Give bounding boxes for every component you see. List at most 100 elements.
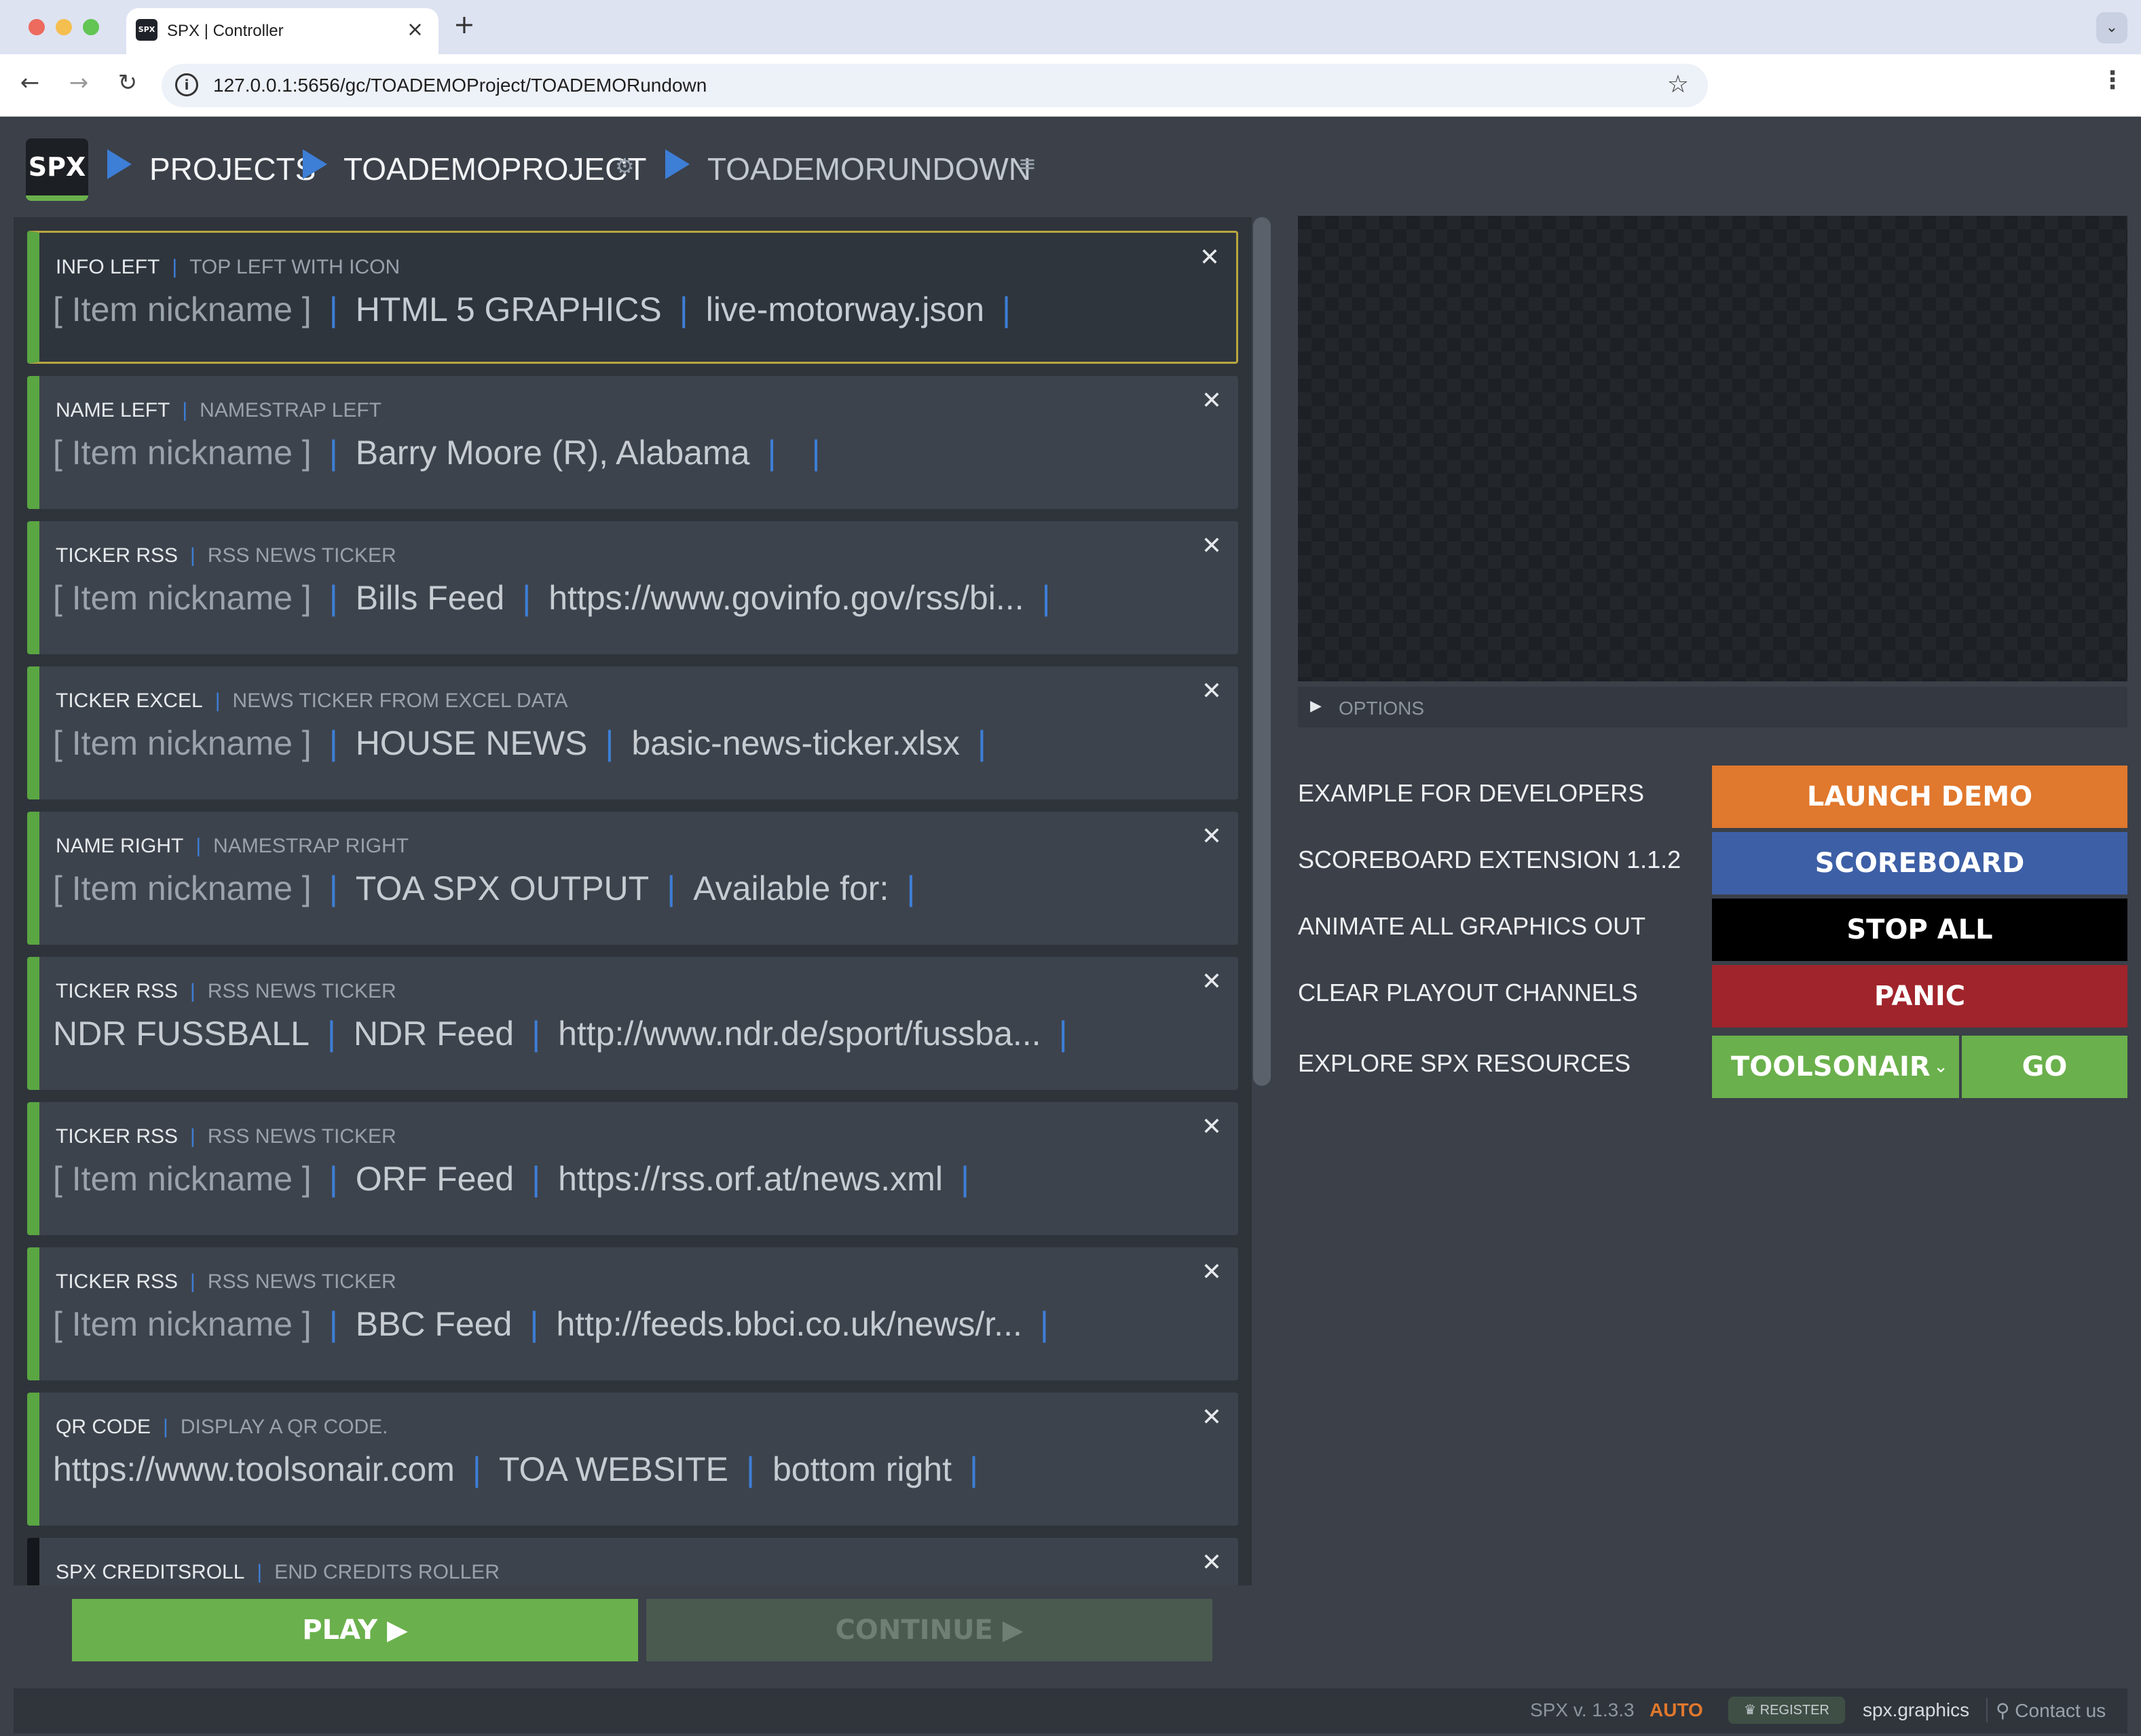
item-field[interactable]: BBC Feed xyxy=(356,1305,513,1343)
window-minimize-button[interactable] xyxy=(56,19,72,35)
item-field[interactable]: Bills Feed xyxy=(356,579,505,617)
item-field[interactable]: HTML 5 GRAPHICS xyxy=(356,290,662,328)
register-button[interactable]: ♛ REGISTER xyxy=(1728,1697,1845,1724)
go-button[interactable]: GO xyxy=(1962,1036,2127,1098)
item-field[interactable]: http://feeds.bbci.co.uk/news/r... xyxy=(556,1305,1022,1343)
item-nickname[interactable]: [ Item nickname ] xyxy=(53,869,312,907)
remove-item-icon[interactable]: ✕ xyxy=(1202,387,1222,415)
contact-link[interactable]: ⚲ Contact us xyxy=(1996,1699,2106,1722)
item-description: RSS NEWS TICKER xyxy=(207,1270,396,1293)
item-type: NAME RIGHT xyxy=(56,835,184,857)
spx-favicon-icon: SPX xyxy=(136,19,157,41)
continue-button[interactable]: CONTINUE ▶ xyxy=(646,1599,1212,1661)
play-button[interactable]: PLAY ▶ xyxy=(72,1599,638,1661)
item-field[interactable]: https://www.govinfo.gov/rss/bi... xyxy=(548,579,1024,617)
remove-item-icon[interactable]: ✕ xyxy=(1202,968,1222,996)
gear-icon[interactable]: ⚙ xyxy=(615,153,635,179)
bookmark-star-icon[interactable]: ☆ xyxy=(1667,71,1689,98)
site-info-icon[interactable]: i xyxy=(175,73,198,96)
item-type: NAME LEFT xyxy=(56,399,170,421)
item-type: TICKER RSS xyxy=(56,1270,179,1293)
menu-lines-icon[interactable]: ≡ xyxy=(1018,151,1037,176)
item-field[interactable]: live-motorway.json xyxy=(706,290,984,328)
item-field[interactable]: https://rss.orf.at/news.xml xyxy=(558,1160,943,1198)
remove-item-icon[interactable]: ✕ xyxy=(1202,1258,1222,1286)
rundown-item[interactable]: SPX CREDITSROLL | END CREDITS ROLLER ✕ xyxy=(27,1538,1238,1585)
tab-close-icon[interactable]: × xyxy=(407,18,424,41)
url-text[interactable]: 127.0.0.1:5656/gc/TOADEMOProject/TOADEMO… xyxy=(213,75,707,96)
remove-item-icon[interactable]: ✕ xyxy=(1202,823,1222,850)
resources-select[interactable]: TOOLSONAIR ⌄ xyxy=(1712,1036,1959,1098)
item-field[interactable]: bottom right xyxy=(772,1450,952,1488)
item-field[interactable]: NDR Feed xyxy=(354,1015,514,1053)
expand-triangle-icon: ▶ xyxy=(1310,698,1322,715)
browser-menu-icon[interactable]: ⋮ xyxy=(2100,67,2125,94)
rundown-item[interactable]: TICKER EXCEL | NEWS TICKER FROM EXCEL DATA… xyxy=(27,666,1238,799)
item-nickname[interactable]: [ Item nickname ] xyxy=(53,1160,312,1198)
item-field[interactable]: HOUSE NEWS xyxy=(356,724,588,762)
item-nickname[interactable]: [ Item nickname ] xyxy=(53,579,312,617)
browser-tab[interactable]: SPX SPX | Controller × xyxy=(126,8,439,54)
extension-label: SCOREBOARD EXTENSION 1.1.2 xyxy=(1298,846,1681,873)
item-description: RSS NEWS TICKER xyxy=(207,1125,396,1148)
item-nickname[interactable]: [ Item nickname ] xyxy=(53,434,312,472)
item-nickname[interactable]: [ Item nickname ] xyxy=(53,1305,312,1343)
extension-label: EXPLORE SPX RESOURCES xyxy=(1298,1049,1631,1077)
item-field[interactable]: TOA SPX OUTPUT xyxy=(356,869,650,907)
remove-item-icon[interactable]: ✕ xyxy=(1202,1403,1222,1431)
rundown-item[interactable]: INFO LEFT | TOP LEFT WITH ICON [ Item nick… xyxy=(27,231,1238,364)
remove-item-icon[interactable]: ✕ xyxy=(1202,532,1222,560)
item-description: RSS NEWS TICKER xyxy=(207,980,396,1002)
rundown-item[interactable]: NAME RIGHT | NAMESTRAP RIGHT [ Item nickna… xyxy=(27,812,1238,945)
address-bar[interactable]: i 127.0.0.1:5656/gc/TOADEMOProject/TOADE… xyxy=(162,64,1708,107)
item-nickname[interactable]: [ Item nickname ] xyxy=(53,724,312,762)
item-nickname[interactable]: https://www.toolsonair.com xyxy=(53,1450,455,1488)
item-type: QR CODE xyxy=(56,1416,151,1438)
rundown-item[interactable]: TICKER RSS | RSS NEWS TICKER [ Item nickna… xyxy=(27,521,1238,654)
reload-icon[interactable]: ↻ xyxy=(113,69,143,96)
item-type: TICKER RSS xyxy=(56,1125,179,1148)
back-arrow-icon[interactable]: ← xyxy=(15,69,45,96)
breadcrumb-project[interactable]: TOADEMOPROJECT xyxy=(343,151,646,187)
forward-arrow-icon[interactable]: → xyxy=(64,69,94,96)
launch-demo-button[interactable]: LAUNCH DEMO xyxy=(1712,766,2127,828)
item-description: NAMESTRAP LEFT xyxy=(200,399,381,421)
breadcrumb-arrow-icon xyxy=(107,149,132,179)
item-field[interactable]: Barry Moore (R), Alabama xyxy=(356,434,750,472)
item-field[interactable]: Available for: xyxy=(693,869,889,907)
item-nickname[interactable]: [ Item nickname ] xyxy=(53,290,312,328)
item-type: TICKER RSS xyxy=(56,544,179,567)
new-tab-icon[interactable]: + xyxy=(453,10,475,39)
rundown-item[interactable]: TICKER RSS | RSS NEWS TICKER NDR FUSSBALL |… xyxy=(27,957,1238,1090)
panic-button[interactable]: PANIC xyxy=(1712,965,2127,1027)
remove-item-icon[interactable]: ✕ xyxy=(1199,244,1220,271)
remove-item-icon[interactable]: ✕ xyxy=(1202,1549,1222,1577)
scoreboard-button[interactable]: SCOREBOARD xyxy=(1712,832,2127,894)
stop-all-button[interactable]: STOP ALL xyxy=(1712,899,2127,961)
item-field[interactable]: http://www.ndr.de/sport/fussba... xyxy=(558,1015,1041,1053)
remove-item-icon[interactable]: ✕ xyxy=(1202,1113,1222,1141)
rundown-list[interactable]: INFO LEFT | TOP LEFT WITH ICON [ Item nick… xyxy=(14,217,1252,1585)
tab-list-chevron-icon[interactable]: ⌄ xyxy=(2096,12,2127,43)
breadcrumb-projects[interactable]: PROJECTS xyxy=(149,151,316,187)
item-nickname[interactable]: NDR FUSSBALL xyxy=(53,1015,310,1053)
window-close-button[interactable] xyxy=(29,19,45,35)
item-field[interactable]: basic-news-ticker.xlsx xyxy=(631,724,959,762)
item-type: INFO LEFT xyxy=(56,256,160,278)
item-field[interactable]: ORF Feed xyxy=(356,1160,514,1198)
mode-badge[interactable]: AUTO xyxy=(1650,1699,1703,1721)
options-toggle[interactable]: ▶ OPTIONS xyxy=(1298,687,2127,728)
rundown-item[interactable]: NAME LEFT | NAMESTRAP LEFT [ Item nickname… xyxy=(27,376,1238,509)
extension-label: EXAMPLE FOR DEVELOPERS xyxy=(1298,779,1645,807)
rundown-item[interactable]: TICKER RSS | RSS NEWS TICKER [ Item nickna… xyxy=(27,1102,1238,1235)
rundown-item[interactable]: TICKER RSS | RSS NEWS TICKER [ Item nickna… xyxy=(27,1247,1238,1380)
register-label: REGISTER xyxy=(1760,1703,1829,1718)
spx-logo[interactable]: SPX xyxy=(26,138,88,201)
remove-item-icon[interactable]: ✕ xyxy=(1202,677,1222,705)
site-link[interactable]: spx.graphics xyxy=(1863,1699,1969,1721)
rundown-scrollbar[interactable] xyxy=(1253,217,1271,1086)
rundown-item[interactable]: QR CODE | DISPLAY A QR CODE. https://www.t… xyxy=(27,1393,1238,1526)
item-field[interactable]: TOA WEBSITE xyxy=(499,1450,728,1488)
contact-label: Contact us xyxy=(2015,1700,2106,1721)
window-zoom-button[interactable] xyxy=(83,19,99,35)
